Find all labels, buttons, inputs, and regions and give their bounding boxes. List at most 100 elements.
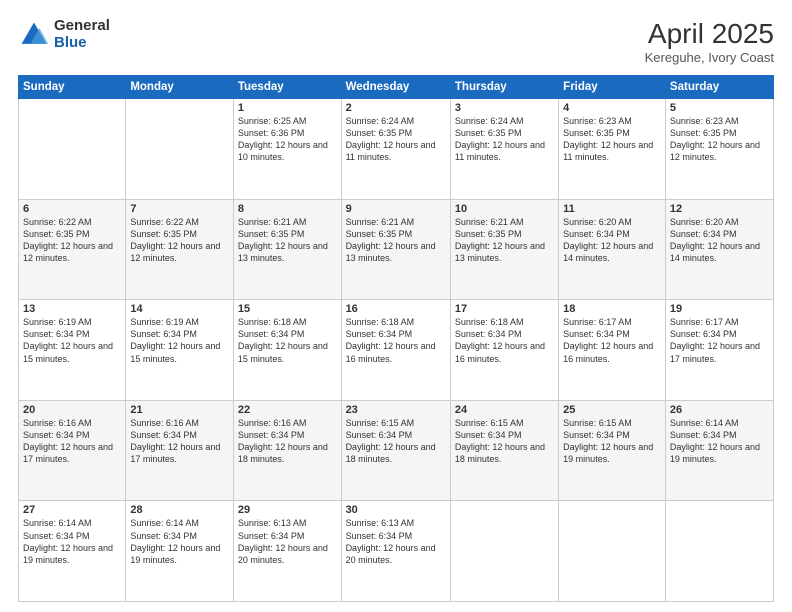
calendar-cell <box>450 501 558 602</box>
day-info: Sunrise: 6:24 AMSunset: 6:35 PMDaylight:… <box>346 115 446 164</box>
day-info: Sunrise: 6:22 AMSunset: 6:35 PMDaylight:… <box>23 216 121 265</box>
calendar-cell: 20Sunrise: 6:16 AMSunset: 6:34 PMDayligh… <box>19 400 126 501</box>
calendar-cell: 26Sunrise: 6:14 AMSunset: 6:34 PMDayligh… <box>665 400 773 501</box>
calendar-cell: 30Sunrise: 6:13 AMSunset: 6:34 PMDayligh… <box>341 501 450 602</box>
calendar-cell: 4Sunrise: 6:23 AMSunset: 6:35 PMDaylight… <box>559 99 666 200</box>
calendar-cell: 10Sunrise: 6:21 AMSunset: 6:35 PMDayligh… <box>450 199 558 300</box>
day-info: Sunrise: 6:21 AMSunset: 6:35 PMDaylight:… <box>455 216 554 265</box>
calendar-cell <box>559 501 666 602</box>
day-info: Sunrise: 6:23 AMSunset: 6:35 PMDaylight:… <box>563 115 661 164</box>
title-block: April 2025 Kereguhe, Ivory Coast <box>645 18 774 65</box>
calendar-cell: 6Sunrise: 6:22 AMSunset: 6:35 PMDaylight… <box>19 199 126 300</box>
calendar-cell: 7Sunrise: 6:22 AMSunset: 6:35 PMDaylight… <box>126 199 234 300</box>
calendar-cell: 17Sunrise: 6:18 AMSunset: 6:34 PMDayligh… <box>450 300 558 401</box>
calendar-week-5: 27Sunrise: 6:14 AMSunset: 6:34 PMDayligh… <box>19 501 774 602</box>
day-info: Sunrise: 6:25 AMSunset: 6:36 PMDaylight:… <box>238 115 337 164</box>
day-number: 23 <box>346 404 446 416</box>
calendar-cell: 24Sunrise: 6:15 AMSunset: 6:34 PMDayligh… <box>450 400 558 501</box>
day-info: Sunrise: 6:20 AMSunset: 6:34 PMDaylight:… <box>670 216 769 265</box>
day-info: Sunrise: 6:21 AMSunset: 6:35 PMDaylight:… <box>346 216 446 265</box>
day-number: 4 <box>563 102 661 114</box>
calendar-cell: 18Sunrise: 6:17 AMSunset: 6:34 PMDayligh… <box>559 300 666 401</box>
day-number: 24 <box>455 404 554 416</box>
header: General Blue April 2025 Kereguhe, Ivory … <box>18 18 774 65</box>
day-number: 14 <box>130 303 229 315</box>
col-tuesday: Tuesday <box>233 76 341 99</box>
day-info: Sunrise: 6:18 AMSunset: 6:34 PMDaylight:… <box>238 316 337 365</box>
calendar-cell: 11Sunrise: 6:20 AMSunset: 6:34 PMDayligh… <box>559 199 666 300</box>
logo-blue-text: Blue <box>54 35 110 52</box>
day-number: 10 <box>455 203 554 215</box>
calendar-cell: 13Sunrise: 6:19 AMSunset: 6:34 PMDayligh… <box>19 300 126 401</box>
logo-icon <box>18 19 50 51</box>
day-info: Sunrise: 6:23 AMSunset: 6:35 PMDaylight:… <box>670 115 769 164</box>
calendar-header: Sunday Monday Tuesday Wednesday Thursday… <box>19 76 774 99</box>
day-info: Sunrise: 6:19 AMSunset: 6:34 PMDaylight:… <box>130 316 229 365</box>
day-info: Sunrise: 6:22 AMSunset: 6:35 PMDaylight:… <box>130 216 229 265</box>
calendar-cell: 23Sunrise: 6:15 AMSunset: 6:34 PMDayligh… <box>341 400 450 501</box>
calendar-cell: 1Sunrise: 6:25 AMSunset: 6:36 PMDaylight… <box>233 99 341 200</box>
day-info: Sunrise: 6:13 AMSunset: 6:34 PMDaylight:… <box>238 517 337 566</box>
day-number: 19 <box>670 303 769 315</box>
logo: General Blue <box>18 18 110 51</box>
col-wednesday: Wednesday <box>341 76 450 99</box>
calendar-cell: 19Sunrise: 6:17 AMSunset: 6:34 PMDayligh… <box>665 300 773 401</box>
day-info: Sunrise: 6:17 AMSunset: 6:34 PMDaylight:… <box>670 316 769 365</box>
calendar-cell: 8Sunrise: 6:21 AMSunset: 6:35 PMDaylight… <box>233 199 341 300</box>
logo-general-text: General <box>54 18 110 35</box>
day-info: Sunrise: 6:16 AMSunset: 6:34 PMDaylight:… <box>23 417 121 466</box>
calendar-week-3: 13Sunrise: 6:19 AMSunset: 6:34 PMDayligh… <box>19 300 774 401</box>
calendar-cell: 27Sunrise: 6:14 AMSunset: 6:34 PMDayligh… <box>19 501 126 602</box>
day-number: 7 <box>130 203 229 215</box>
calendar-cell <box>19 99 126 200</box>
day-number: 13 <box>23 303 121 315</box>
day-info: Sunrise: 6:18 AMSunset: 6:34 PMDaylight:… <box>455 316 554 365</box>
calendar-cell: 28Sunrise: 6:14 AMSunset: 6:34 PMDayligh… <box>126 501 234 602</box>
day-number: 11 <box>563 203 661 215</box>
calendar-week-1: 1Sunrise: 6:25 AMSunset: 6:36 PMDaylight… <box>19 99 774 200</box>
col-monday: Monday <box>126 76 234 99</box>
col-sunday: Sunday <box>19 76 126 99</box>
day-info: Sunrise: 6:15 AMSunset: 6:34 PMDaylight:… <box>563 417 661 466</box>
day-info: Sunrise: 6:15 AMSunset: 6:34 PMDaylight:… <box>455 417 554 466</box>
day-info: Sunrise: 6:14 AMSunset: 6:34 PMDaylight:… <box>23 517 121 566</box>
day-number: 25 <box>563 404 661 416</box>
day-number: 18 <box>563 303 661 315</box>
calendar-cell: 29Sunrise: 6:13 AMSunset: 6:34 PMDayligh… <box>233 501 341 602</box>
calendar-week-2: 6Sunrise: 6:22 AMSunset: 6:35 PMDaylight… <box>19 199 774 300</box>
day-number: 22 <box>238 404 337 416</box>
calendar-cell: 9Sunrise: 6:21 AMSunset: 6:35 PMDaylight… <box>341 199 450 300</box>
calendar-table: Sunday Monday Tuesday Wednesday Thursday… <box>18 75 774 602</box>
day-info: Sunrise: 6:15 AMSunset: 6:34 PMDaylight:… <box>346 417 446 466</box>
col-friday: Friday <box>559 76 666 99</box>
calendar-week-4: 20Sunrise: 6:16 AMSunset: 6:34 PMDayligh… <box>19 400 774 501</box>
calendar-cell: 14Sunrise: 6:19 AMSunset: 6:34 PMDayligh… <box>126 300 234 401</box>
col-saturday: Saturday <box>665 76 773 99</box>
calendar-cell <box>665 501 773 602</box>
day-info: Sunrise: 6:19 AMSunset: 6:34 PMDaylight:… <box>23 316 121 365</box>
header-row: Sunday Monday Tuesday Wednesday Thursday… <box>19 76 774 99</box>
day-number: 16 <box>346 303 446 315</box>
day-number: 6 <box>23 203 121 215</box>
day-number: 3 <box>455 102 554 114</box>
calendar-title: April 2025 <box>645 18 774 50</box>
calendar-body: 1Sunrise: 6:25 AMSunset: 6:36 PMDaylight… <box>19 99 774 602</box>
logo-text: General Blue <box>54 18 110 51</box>
calendar-cell: 16Sunrise: 6:18 AMSunset: 6:34 PMDayligh… <box>341 300 450 401</box>
day-number: 28 <box>130 504 229 516</box>
day-number: 1 <box>238 102 337 114</box>
calendar-cell: 2Sunrise: 6:24 AMSunset: 6:35 PMDaylight… <box>341 99 450 200</box>
day-number: 8 <box>238 203 337 215</box>
day-info: Sunrise: 6:16 AMSunset: 6:34 PMDaylight:… <box>130 417 229 466</box>
calendar-cell: 21Sunrise: 6:16 AMSunset: 6:34 PMDayligh… <box>126 400 234 501</box>
day-number: 5 <box>670 102 769 114</box>
day-info: Sunrise: 6:21 AMSunset: 6:35 PMDaylight:… <box>238 216 337 265</box>
col-thursday: Thursday <box>450 76 558 99</box>
calendar-cell: 12Sunrise: 6:20 AMSunset: 6:34 PMDayligh… <box>665 199 773 300</box>
day-number: 15 <box>238 303 337 315</box>
calendar-cell: 5Sunrise: 6:23 AMSunset: 6:35 PMDaylight… <box>665 99 773 200</box>
day-number: 30 <box>346 504 446 516</box>
day-number: 2 <box>346 102 446 114</box>
day-number: 27 <box>23 504 121 516</box>
calendar-cell: 25Sunrise: 6:15 AMSunset: 6:34 PMDayligh… <box>559 400 666 501</box>
